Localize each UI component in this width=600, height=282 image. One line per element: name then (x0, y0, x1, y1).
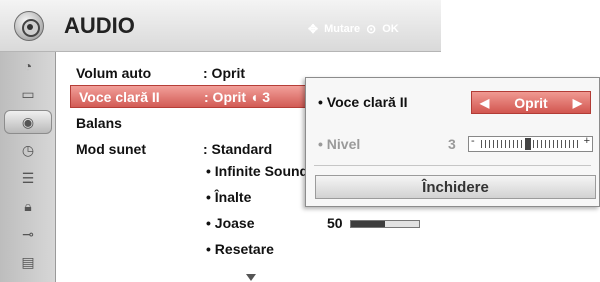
divider (314, 165, 591, 166)
plus-icon: + (583, 135, 590, 147)
satellite-dish-icon[interactable]: ◔ (4, 54, 52, 78)
hint-mute-label: Mutare (324, 23, 361, 35)
audio-icon[interactable]: ◉ (4, 110, 52, 134)
row-label: Voce clară II (79, 88, 160, 105)
close-button[interactable]: Închidere (315, 175, 596, 199)
header-hint: ✥ Mutare ⊙ OK (308, 22, 399, 36)
right-arrow-icon[interactable]: ▶ (573, 96, 582, 110)
level-slider[interactable]: - + (468, 135, 593, 152)
voice-icon: ◖ (249, 88, 259, 105)
popup-level-label: • Nivel (318, 136, 361, 152)
scroll-down-icon[interactable] (246, 274, 256, 281)
row-value: : Oprit (203, 64, 245, 81)
media-icon[interactable]: ▤ (4, 250, 52, 274)
row-value: : Oprit ◖ 3 (204, 88, 271, 105)
clock-icon[interactable]: ◷ (4, 138, 52, 162)
input-plug-icon[interactable]: ⊸ (4, 222, 52, 246)
audio-icon (14, 11, 44, 41)
clear-voice-popup: • Voce clară II ◀ Oprit ▶ • Nivel 3 - + … (305, 77, 600, 207)
row-label: Mod sunet (76, 140, 146, 157)
row-label: Balans (76, 114, 122, 131)
page-title: AUDIO (64, 13, 135, 38)
voice-value: Oprit (514, 94, 548, 111)
popup-level-value: 3 (448, 136, 456, 152)
lock-icon[interactable]: 🔒︎ (4, 194, 52, 218)
options-icon[interactable]: ☰ (4, 166, 52, 190)
navigation-arrows-icon: ✥ (308, 22, 319, 36)
slider-knob[interactable] (525, 138, 531, 150)
sub-item-infinite-sound[interactable]: • Infinite Sound (206, 163, 308, 179)
minus-icon: - (471, 135, 475, 147)
bass-level: 50 (327, 215, 343, 231)
tv-screen-icon[interactable]: ▭ (4, 82, 52, 106)
sub-item-reset[interactable]: • Resetare (206, 241, 274, 257)
menu-row-clear-voice[interactable]: Voce clară II : Oprit ◖ 3 (70, 85, 320, 108)
sub-item-bass[interactable]: • Joase (206, 215, 255, 231)
sub-item-treble[interactable]: • Înalte (206, 189, 251, 205)
ok-button-icon: ⊙ (366, 22, 377, 36)
menu-header: AUDIO ✥ Mutare ⊙ OK (0, 0, 441, 52)
hint-ok-label: OK (382, 23, 399, 35)
row-value: : Standard (203, 140, 273, 157)
popup-voice-label: • Voce clară II (318, 94, 408, 110)
row-label: Volum auto (76, 64, 152, 81)
voice-value-selector[interactable]: ◀ Oprit ▶ (471, 91, 591, 114)
sidebar: ◔ ▭ ◉ ◷ ☰ 🔒︎ ⊸ ▤ (0, 52, 56, 282)
left-arrow-icon[interactable]: ◀ (480, 96, 489, 110)
bass-bar[interactable] (350, 220, 420, 228)
